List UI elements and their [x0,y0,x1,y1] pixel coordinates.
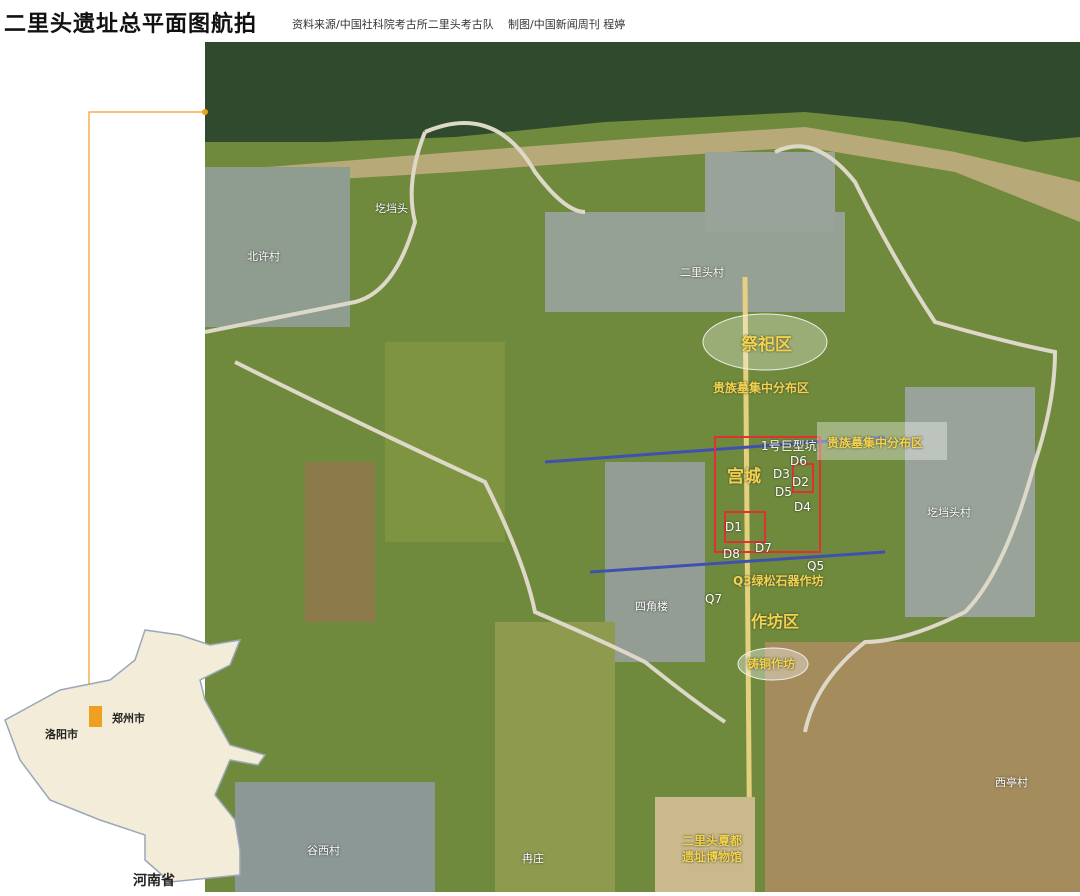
author-credit: 制图/中国新闻周刊 程婷 [508,18,626,31]
point-d7: D7 [755,541,772,555]
village-label: 圪垱头 [375,202,408,215]
point-d1: D1 [725,520,742,534]
label-pit: 1号巨型坑 [761,439,817,453]
point-d5: D5 [775,485,792,499]
point-d8: D8 [723,547,740,561]
zone-noble-tombs: 贵族墓集中分布区 [713,381,810,395]
zone-turquoise-workshop: Q3绿松石器作坊 [733,574,824,588]
point-d2: D2 [792,475,809,489]
museum-label: 二里头夏都 [682,834,743,848]
museum-label: 遗址博物馆 [682,850,743,864]
village-label: 谷西村 [307,844,340,857]
zone-palace: 宫城 [727,467,761,487]
village-label: 北许村 [247,250,280,263]
aerial-map: 祭祀区 贵族墓集中分布区 贵族墓集中分布区 1号巨型坑 宫城 D1 D2 D3 … [204,42,1080,893]
city-luoyang: 洛阳市 [45,728,78,741]
point-d3: D3 [773,467,790,481]
zone-workshop: 作坊区 [751,612,800,631]
henan-inset-map: 郑州市 洛阳市 河南省 [0,620,280,892]
village-block [705,152,835,232]
zone-bronze-workshop: 铸铜作坊 [747,657,796,671]
village-block [205,167,350,327]
point-q5: Q5 [807,559,825,573]
leader-line [88,109,208,700]
source-credit: 资料来源/中国社科院考古所二里头考古队 [292,18,494,31]
village-block [605,462,705,662]
zone-sacrifice: 祭祀区 [741,335,792,355]
aerial-photo [204,42,1080,893]
province-label: 河南省 [133,873,175,889]
site-marker [89,706,102,727]
point-d6: D6 [790,454,807,468]
zone-noble-tombs: 贵族墓集中分布区 [827,436,924,450]
village-label: 四角楼 [635,600,668,613]
village-label: 冉庄 [522,852,544,865]
village-label: 西亭村 [995,776,1028,789]
point-q7: Q7 [705,592,723,606]
village-block [905,387,1035,617]
henan-province-shape [4,629,267,883]
village-label: 二里头村 [680,266,724,279]
point-d4: D4 [794,500,811,514]
village-label: 圪垱头村 [927,506,971,519]
city-zhengzhou: 郑州市 [112,712,145,725]
